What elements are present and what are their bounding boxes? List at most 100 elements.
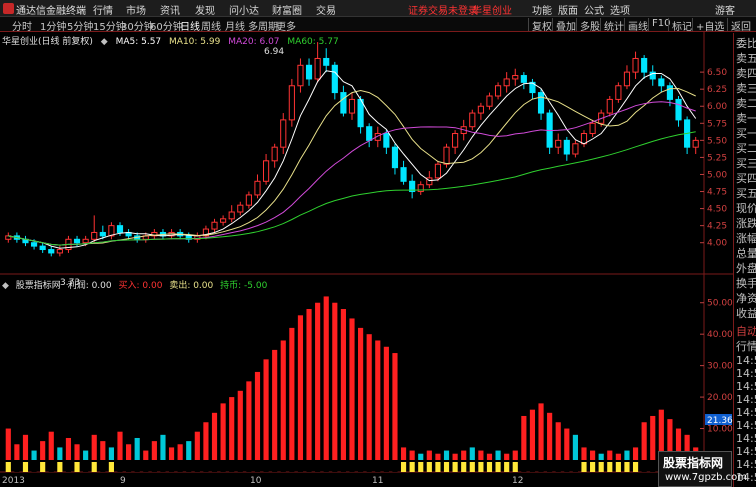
candle-down (391, 146, 399, 169)
candle-up (288, 85, 295, 121)
signal-bar (581, 462, 587, 472)
signal-bar (117, 462, 123, 472)
signal-bar (143, 462, 149, 472)
menu-market[interactable]: 市场 (126, 2, 146, 17)
period-30min[interactable]: 30分钟 (121, 18, 154, 33)
draw-button[interactable]: 画线 (624, 18, 648, 33)
indicator-bar (117, 431, 123, 460)
period-60min[interactable]: 60分钟 (150, 18, 183, 33)
candle-down (331, 64, 338, 94)
signal-bar (22, 462, 29, 472)
panel-item: 涨幅 (736, 232, 756, 245)
period-1min[interactable]: 1分钟 (40, 18, 66, 33)
signal-bar (641, 462, 647, 472)
period-5min[interactable]: 5分钟 (67, 18, 93, 33)
candle-up (434, 163, 442, 179)
indicator-bar (581, 447, 587, 460)
menu-ask[interactable]: 问小达 (229, 2, 259, 17)
indicator-bar (134, 437, 140, 460)
menu-wealth[interactable]: 财富圈 (272, 2, 302, 17)
indicator-bar (358, 327, 364, 460)
candle-up (443, 146, 450, 165)
signal-bar (521, 462, 527, 472)
signal-bar (632, 462, 639, 472)
indicator-profit: 利润: 0.00 (67, 281, 112, 291)
period-more[interactable]: 更多 (276, 18, 296, 33)
signal-bar (409, 462, 415, 472)
signal-bar (289, 462, 295, 472)
indicator-bar (632, 447, 639, 460)
price-tick-label: 4.75 (707, 188, 727, 198)
menu-function[interactable]: 功能 (532, 2, 552, 17)
candle-up (228, 211, 235, 220)
panel-item: 买三 (736, 157, 756, 170)
indicator-bar (203, 422, 209, 460)
adjust-button[interactable]: 复权 (528, 18, 552, 33)
indicator-bar (650, 415, 656, 460)
signal-bar (512, 462, 518, 472)
period-monthly[interactable]: 月线 (225, 18, 245, 33)
indicator-bar (538, 403, 544, 460)
menu-trade[interactable]: 交易 (316, 2, 336, 17)
site-watermark: 股票指标网 www.7gpzb.com (658, 451, 747, 487)
tick-time: 14:50 (736, 419, 756, 432)
chart-canvas[interactable]: 6.50 6.25 6.00 5.75 5.50 5.25 5.00 4.75 4.50 4.25… (0, 32, 733, 487)
candle-up (512, 75, 519, 80)
panel-item: 换手 (736, 277, 756, 290)
indicator-bar (246, 381, 252, 460)
panel-tab-auto[interactable]: 自动 (736, 323, 756, 339)
menu-options[interactable]: 选项 (610, 2, 630, 17)
period-intraday[interactable]: 分时 (12, 18, 32, 33)
menu-news[interactable]: 资讯 (160, 2, 180, 17)
menu-layout[interactable]: 版面 (558, 2, 578, 17)
menu-formula[interactable]: 公式 (584, 2, 604, 17)
signal-bar (315, 462, 321, 472)
indicator-bar (409, 450, 415, 460)
panel-item: 卖二 (736, 97, 756, 110)
indicator-bar (168, 447, 175, 460)
period-weekly[interactable]: 周线 (201, 18, 221, 33)
login-notice[interactable]: 证券交易未登录 (408, 2, 478, 17)
period-daily[interactable]: 日线 (180, 18, 200, 33)
multi-stock-button[interactable]: 多股 (576, 18, 600, 33)
indicator-bar (641, 422, 647, 460)
price-tick-label: 4.25 (707, 222, 727, 232)
candle-down (30, 242, 38, 247)
period-multi[interactable]: 多周期 (248, 18, 278, 33)
signal-bar (160, 462, 166, 472)
menu-quotes[interactable]: 行情 (93, 2, 113, 17)
indicator-bar (186, 441, 192, 460)
stats-button[interactable]: 统计 (600, 18, 624, 33)
price-tick-label: 5.50 (707, 136, 727, 146)
signal-bar (108, 462, 114, 472)
signal-bar (14, 462, 20, 472)
signal-bar (461, 462, 467, 472)
signal-bar (5, 462, 11, 472)
panel-item: 买五 (736, 187, 756, 200)
add-watchlist-button[interactable]: +自选 (692, 18, 724, 33)
indicator-bar (529, 409, 536, 460)
indicator-bar (91, 434, 97, 460)
overlay-button[interactable]: 叠加 (552, 18, 576, 33)
signal-bar (237, 462, 243, 472)
guest-label[interactable]: 游客 (715, 2, 735, 17)
signal-bar (555, 462, 561, 472)
signal-bar (495, 462, 501, 472)
back-button[interactable]: 返回 (727, 18, 751, 33)
mark-button[interactable]: 标记 (668, 18, 692, 33)
indicator-bar (194, 431, 200, 460)
signal-bar (31, 462, 37, 472)
panel-tab-quotes[interactable]: 行情 (736, 338, 756, 354)
tick-time: 14:50 (736, 406, 756, 419)
indicator-name[interactable]: 股票指标网 (16, 281, 61, 291)
menu-discover[interactable]: 发现 (195, 2, 215, 17)
panel-item: 买一 (736, 127, 756, 140)
indicator-bar (461, 450, 467, 460)
signal-bar (392, 462, 398, 472)
panel-item: 外盘 (736, 262, 756, 275)
indicator-bar (392, 353, 398, 460)
indicator-bar (237, 390, 243, 460)
candle-up (271, 146, 278, 162)
panel-item: 净资 (736, 292, 756, 305)
signal-bar (74, 462, 80, 472)
